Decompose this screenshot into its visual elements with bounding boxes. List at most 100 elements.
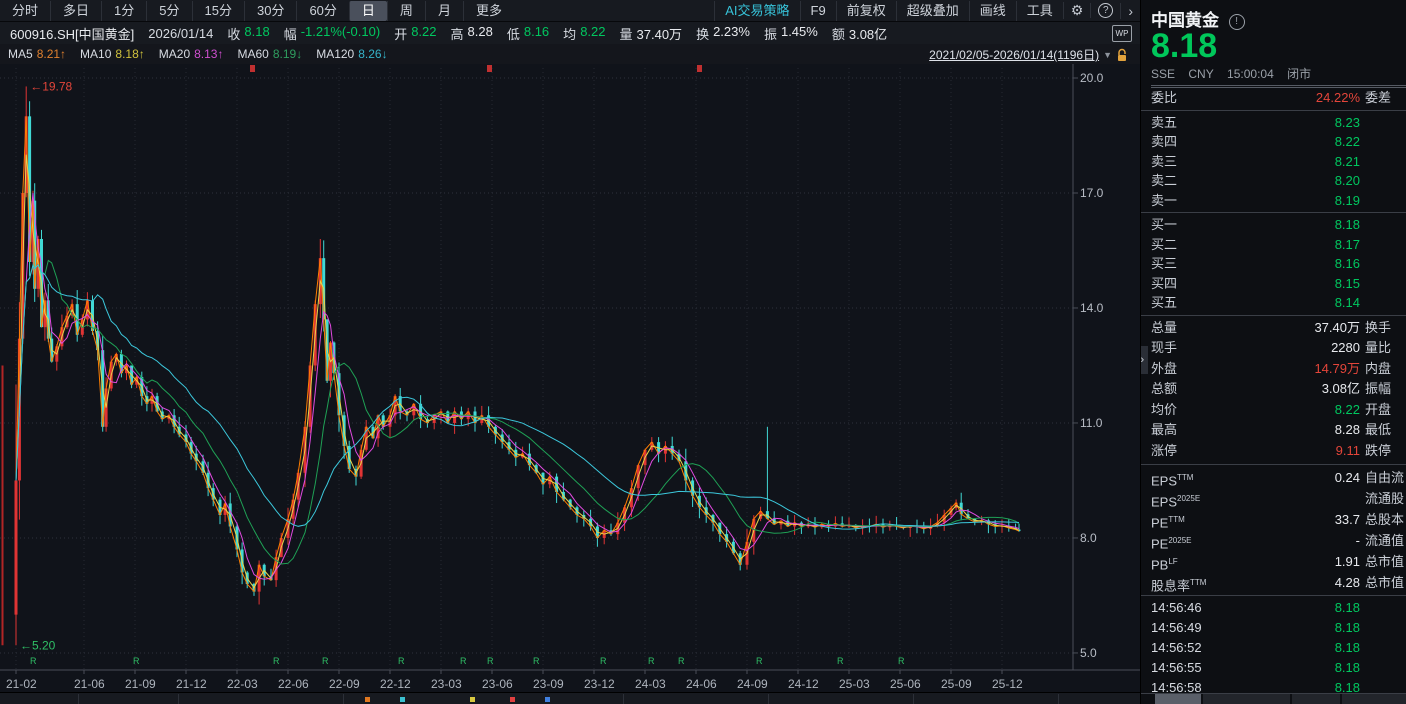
toolbar-item[interactable]: 前复权 (836, 1, 896, 21)
gear-icon[interactable]: ⚙ (1063, 2, 1091, 19)
quote-field-振: 1.45% (781, 24, 818, 43)
tab-period-15分[interactable]: 15分 (192, 1, 244, 21)
panel-value: 8.18 (1201, 658, 1360, 678)
panel-value: 8.20 (1201, 171, 1360, 191)
chevron-down-icon[interactable]: ▼ (1103, 50, 1112, 60)
quote-field-收: 8.18 (244, 24, 269, 43)
y-axis-label: 8.0 (1080, 531, 1097, 545)
price-annotation: ←5.20 (20, 638, 56, 652)
ma-values: MA58.21↑MA108.18↑MA208.13↑MA608.19↓MA120… (8, 47, 402, 61)
panel-row: 总量37.40万换手 (1141, 318, 1406, 339)
tab-period-日[interactable]: 日 (349, 1, 387, 21)
tab-period-分时[interactable]: 分时 (0, 1, 50, 21)
panel-row: 现手2280量比 (1141, 338, 1406, 359)
x-axis-label: 22-12 (380, 677, 411, 691)
quote-date: 2026/01/14 (148, 26, 213, 41)
candlestick-chart[interactable]: 20.017.014.011.08.05.021-0221-0621-0921-… (0, 64, 1140, 692)
bottom-indicator-strip[interactable] (0, 692, 1140, 704)
ma-value-MA120: MA1208.26↓ (316, 47, 387, 61)
quote-field-开: 8.22 (411, 24, 436, 43)
ex-rights-marker: R (837, 656, 844, 666)
x-axis-label: 25-12 (992, 677, 1023, 691)
panel-tab[interactable] (1342, 694, 1406, 704)
panel-value: 9.11 (1201, 441, 1360, 462)
ma120-line (16, 265, 1019, 529)
mini-indicator-icon (510, 697, 515, 702)
mini-indicator-icon (470, 697, 475, 702)
tab-period-5分[interactable]: 5分 (146, 1, 191, 21)
tab-period-多日[interactable]: 多日 (50, 1, 101, 21)
panel-tab[interactable] (1292, 694, 1340, 704)
ex-rights-marker: R (756, 656, 763, 666)
ma20-line (16, 193, 1019, 579)
toolbar-item[interactable]: AI交易策略 (714, 1, 799, 21)
panel-row: 均价8.22开盘 (1141, 400, 1406, 421)
x-axis-label: 24-12 (788, 677, 819, 691)
toolbar-item[interactable]: 画线 (969, 1, 1016, 21)
mini-indicator-icon (545, 697, 550, 702)
quote-time: 15:00:04 (1227, 67, 1274, 81)
quote-field-换: 2.23% (713, 24, 750, 43)
panel-tab[interactable] (1155, 694, 1201, 704)
tab-period-周[interactable]: 周 (387, 1, 425, 21)
ex-rights-marker: R (600, 656, 607, 666)
panel-row: EPSTTM0.24自由流 (1141, 467, 1406, 488)
ma5-line (16, 116, 1019, 591)
chart-pane: 分时多日1分5分15分30分60分日周月更多 AI交易策略F9前复权超级叠加画线工… (0, 0, 1140, 704)
quote-field-量: 37.40万 (637, 24, 683, 43)
date-range-text[interactable]: 2021/02/05-2026/01/14(1196日) (929, 46, 1099, 63)
date-range-selector[interactable]: 2021/02/05-2026/01/14(1196日) ▼ (929, 46, 1128, 63)
ex-rights-marker: R (133, 656, 140, 666)
quote-fields: 收8.18幅-1.21%(-0.10)开8.22高8.28低8.16均8.22量… (213, 24, 887, 43)
panel-row: 买一8.18 (1141, 215, 1406, 235)
unlock-icon[interactable] (1116, 48, 1128, 62)
panel-expand-handle[interactable]: » (1140, 346, 1148, 374)
ma10-line (16, 155, 1019, 588)
panel-row: 总额3.08亿振幅 (1141, 379, 1406, 400)
ma-value-MA5: MA58.21↑ (8, 47, 66, 61)
panel-value: 8.22 (1201, 132, 1360, 152)
ex-rights-marker: R (648, 656, 655, 666)
panel-bottom-tabs (1141, 693, 1406, 704)
quote-field-高: 8.28 (468, 24, 493, 43)
help-icon[interactable]: ? (1090, 3, 1120, 18)
x-axis-label: 23-12 (584, 677, 615, 691)
ma60-line (16, 261, 1019, 565)
exchange-label: SSE (1151, 67, 1175, 81)
toolbar-item[interactable]: 超级叠加 (896, 1, 969, 21)
y-axis-label: 11.0 (1080, 416, 1103, 430)
y-axis-label: 5.0 (1080, 646, 1097, 660)
panel-row: 卖二8.20 (1141, 171, 1406, 191)
panel-tab[interactable] (1203, 694, 1290, 704)
ex-rights-marker: R (30, 656, 37, 666)
market-status-row: SSE CNY 15:00:04 闭市 (1151, 65, 1406, 88)
tab-period-30分[interactable]: 30分 (244, 1, 296, 21)
wp-indicator-badge[interactable]: WP (1112, 25, 1132, 42)
panel-value: 8.28 (1201, 420, 1360, 441)
panel-row: 买五8.14 (1141, 293, 1406, 313)
panel-row: PE2025E-流通值 (1141, 530, 1406, 551)
panel-row: 涨停9.11跌停 (1141, 441, 1406, 462)
chevron-right-icon[interactable]: › (1120, 3, 1140, 19)
last-price: 8.18 (1151, 29, 1406, 63)
toolbar-item[interactable]: 工具 (1016, 1, 1063, 21)
tab-period-月[interactable]: 月 (425, 1, 463, 21)
info-icon[interactable]: ! (1229, 14, 1245, 30)
x-axis-label: 23-09 (533, 677, 564, 691)
y-axis-label: 20.0 (1080, 71, 1104, 85)
tab-period-60分[interactable]: 60分 (296, 1, 348, 21)
ex-rights-marker: R (398, 656, 405, 666)
panel-row: 买四8.15 (1141, 274, 1406, 294)
ma-value-MA20: MA208.13↑ (159, 47, 224, 61)
tab-period-1分[interactable]: 1分 (101, 1, 146, 21)
x-axis-label: 25-09 (941, 677, 972, 691)
y-axis-label: 14.0 (1080, 301, 1104, 315)
tick-row: 14:56:468.18 (1141, 598, 1406, 618)
quote-field-均: 8.22 (580, 24, 605, 43)
y-axis-label: 17.0 (1080, 186, 1104, 200)
tab-period-更多[interactable]: 更多 (463, 1, 514, 21)
panel-row: 卖四8.22 (1141, 132, 1406, 152)
toolbar-item[interactable]: F9 (800, 1, 836, 21)
x-axis-label: 25-06 (890, 677, 921, 691)
x-axis-label: 24-03 (635, 677, 666, 691)
